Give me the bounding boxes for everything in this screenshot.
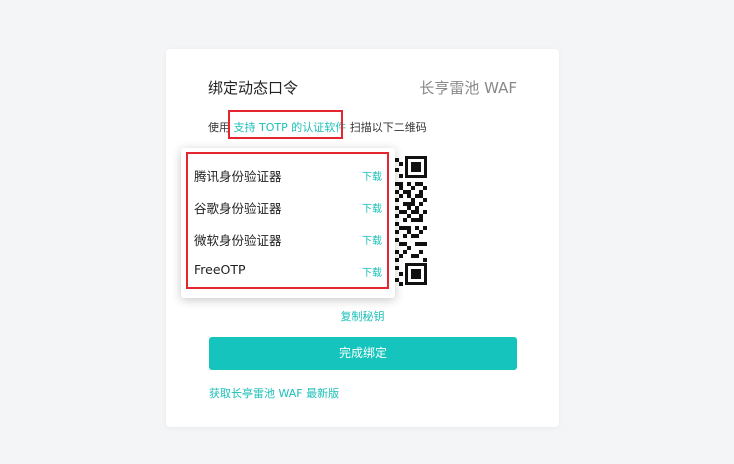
copy-secret-link[interactable]: 复制秘钥 — [166, 308, 559, 324]
brand-name: 长亨雷池 WAF — [419, 79, 517, 97]
link-highlight-box — [228, 110, 343, 139]
get-latest-version-link[interactable]: 获取长亭雷池 WAF 最新版 — [209, 385, 339, 401]
dropdown-highlight-box — [186, 152, 389, 289]
page-title: 绑定动态口令 — [208, 79, 299, 97]
finish-binding-button[interactable]: 完成绑定 — [209, 337, 517, 370]
qr-code — [395, 154, 435, 288]
instruction-prefix: 使用 — [208, 121, 230, 134]
instruction-suffix: 扫描以下二维码 — [349, 121, 427, 134]
